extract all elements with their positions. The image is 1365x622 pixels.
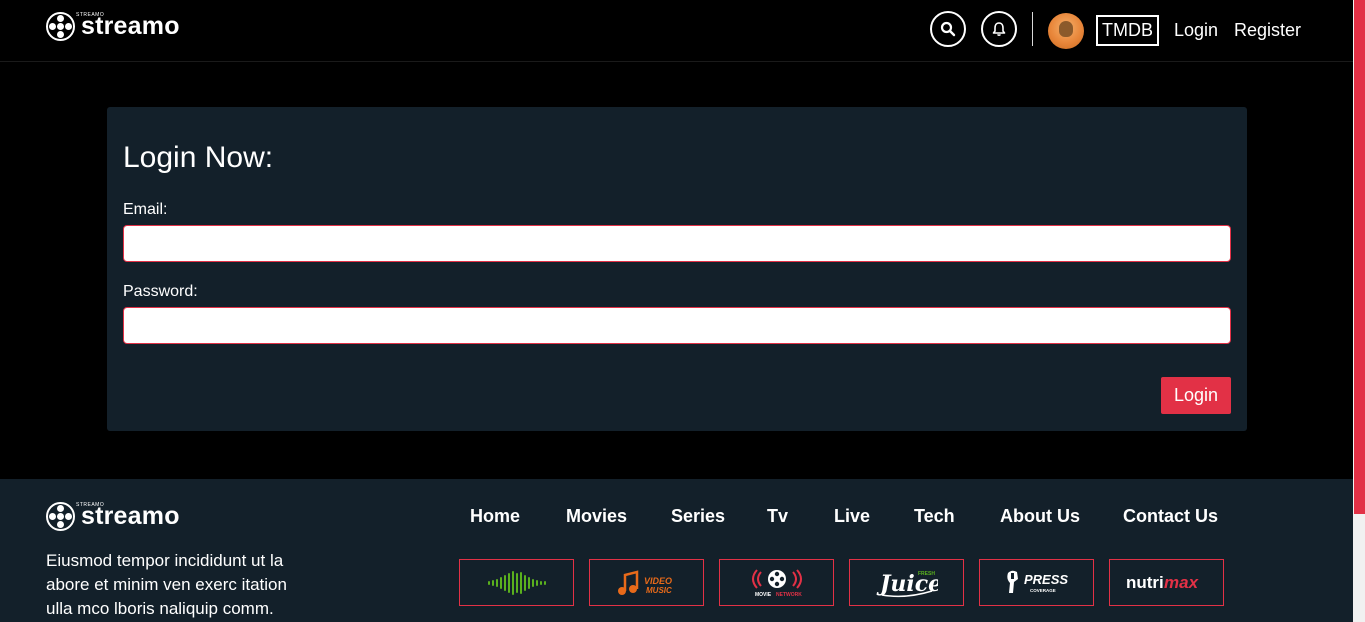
user-avatar[interactable] [1048, 13, 1084, 49]
footer-logo[interactable]: STREAMO streamo [46, 502, 180, 531]
press-logo-icon: PRESS COVERAGE [1006, 570, 1068, 593]
svg-text:NETWORK: NETWORK [776, 592, 802, 598]
header-divider [1032, 12, 1033, 46]
password-label: Password: [123, 283, 198, 300]
page-scrollbar[interactable] [1353, 0, 1365, 622]
footer-nav-home[interactable]: Home [470, 506, 520, 527]
film-reel-icon [46, 502, 75, 531]
notifications-button[interactable] [981, 11, 1017, 47]
login-title: Login Now: [123, 141, 274, 174]
bell-icon [992, 22, 1006, 36]
svg-text:nutri: nutri [1126, 573, 1164, 592]
email-label: Email: [123, 201, 168, 218]
svg-text:max: max [1164, 573, 1200, 592]
footer-nav-tech[interactable]: Tech [914, 506, 955, 527]
partner-soundwave[interactable] [459, 559, 574, 606]
search-icon [940, 21, 956, 37]
nutrimax-logo-icon: nutri max [1126, 573, 1200, 592]
footer-nav-series[interactable]: Series [671, 506, 725, 527]
footer-description: Eiusmod tempor incididunt ut la abore et… [46, 551, 287, 618]
film-reel-icon [46, 12, 75, 41]
partner-nutrimax[interactable]: nutri max [1109, 559, 1224, 606]
search-button[interactable] [930, 11, 966, 47]
top-header: STREAMO streamo TMDB Login Register [0, 0, 1353, 62]
footer-nav-live[interactable]: Live [834, 506, 870, 527]
scrollbar-thumb[interactable] [1354, 0, 1365, 514]
partner-movie-network[interactable]: MOVIE NETWORK [719, 559, 834, 606]
tmdb-badge[interactable]: TMDB [1096, 15, 1159, 46]
svg-text:VIDEO: VIDEO [644, 576, 672, 586]
logo-tagline: STREAMO [76, 502, 105, 508]
svg-text:MUSIC: MUSIC [646, 586, 672, 595]
svg-text:COVERAGE: COVERAGE [1030, 588, 1056, 593]
password-field[interactable] [123, 307, 1231, 344]
partner-juice[interactable]: Juice FRESH [849, 559, 964, 606]
footer-nav-movies[interactable]: Movies [566, 506, 627, 527]
juice-logo-icon: Juice FRESH [876, 571, 938, 597]
header-login-link[interactable]: Login [1174, 20, 1218, 41]
footer-nav-contact-us[interactable]: Contact Us [1123, 506, 1218, 527]
soundwave-logo-icon [487, 570, 546, 595]
svg-text:FRESH: FRESH [918, 571, 935, 577]
partner-video-music[interactable]: VIDEO MUSIC [589, 559, 704, 606]
header-register-link[interactable]: Register [1234, 20, 1301, 41]
footer-nav-tv[interactable]: Tv [767, 506, 788, 527]
login-card: Login Now: Email: Password: Login [107, 107, 1247, 431]
partner-press-coverage[interactable]: PRESS COVERAGE [979, 559, 1094, 606]
movie-network-logo-icon: MOVIE NETWORK [751, 568, 802, 598]
video-music-logo-icon: VIDEO MUSIC [617, 569, 672, 595]
footer-nav-about-us[interactable]: About Us [1000, 506, 1080, 527]
login-submit-button[interactable]: Login [1161, 377, 1231, 414]
site-logo[interactable]: STREAMO streamo [46, 12, 180, 41]
svg-text:PRESS: PRESS [1024, 572, 1068, 587]
logo-tagline: STREAMO [76, 12, 105, 18]
svg-text:MOVIE: MOVIE [755, 592, 772, 598]
email-field[interactable] [123, 225, 1231, 262]
footer: STREAMO streamo Eiusmod tempor incididun… [0, 479, 1353, 622]
